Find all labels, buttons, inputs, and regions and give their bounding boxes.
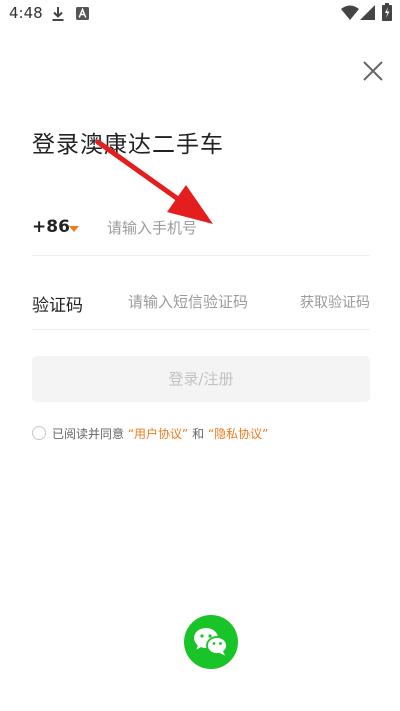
page-title: 登录澳康达二手车: [32, 132, 224, 158]
wifi-icon: [341, 5, 359, 20]
country-code-selector[interactable]: +86: [32, 217, 70, 237]
phone-input[interactable]: [107, 216, 357, 240]
wechat-icon: [194, 628, 228, 656]
agreement-text: 已阅读并同意 “用户协议” 和 “隐私协议”: [52, 425, 268, 442]
phone-row: +86: [32, 205, 370, 256]
a-notification-icon: [76, 7, 89, 20]
status-bar: 4:48: [0, 0, 400, 28]
verification-row: 验证码 获取验证码: [32, 279, 370, 330]
privacy-policy-link[interactable]: “隐私协议”: [208, 427, 268, 441]
agreement-conjunction: 和: [192, 427, 205, 441]
verification-label: 验证码: [32, 296, 83, 316]
close-icon: [363, 61, 383, 81]
login-register-button[interactable]: 登录/注册: [32, 356, 370, 402]
user-agreement-link[interactable]: “用户协议”: [128, 427, 188, 441]
agreement-prefix: 已阅读并同意: [52, 427, 125, 441]
caret-down-icon[interactable]: [69, 226, 79, 232]
agreement-checkbox[interactable]: [32, 426, 46, 440]
status-time: 4:48: [9, 4, 43, 22]
signal-icon: [360, 5, 375, 20]
close-button[interactable]: [360, 58, 386, 84]
battery-icon: [382, 3, 392, 21]
download-icon: [52, 7, 64, 21]
verification-code-input[interactable]: [128, 290, 278, 314]
wechat-login-button[interactable]: [184, 615, 238, 669]
get-code-button[interactable]: 获取验证码: [300, 292, 370, 312]
